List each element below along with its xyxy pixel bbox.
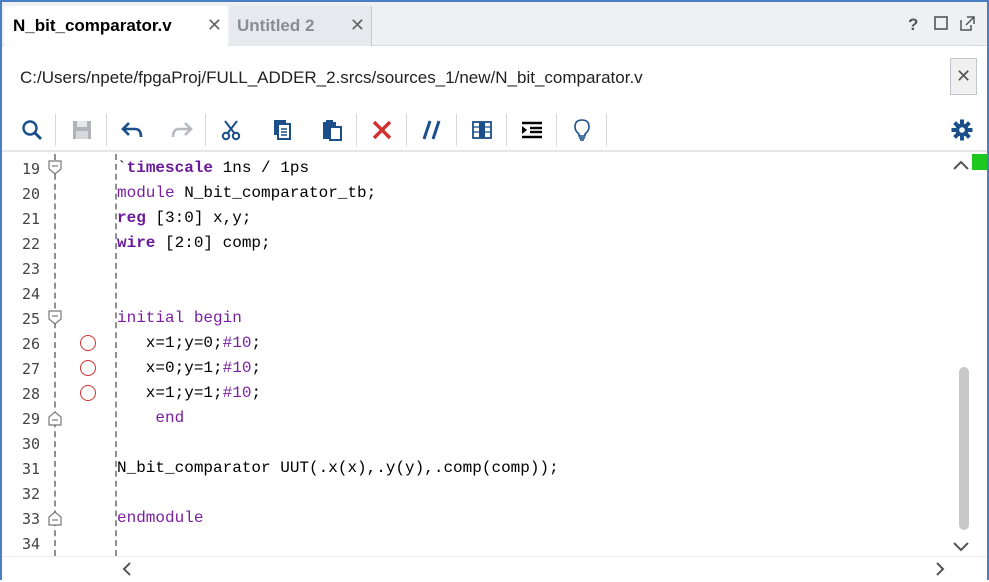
editor-window: N_bit_comparator.v ✕ Untitled 2 ✕ ? C:/U…	[0, 0, 989, 580]
code-line[interactable]: 31 N_bit_comparator UUT(.x(x),.y(y),.com…	[2, 456, 950, 481]
change-marker	[972, 154, 987, 170]
redo-icon[interactable]	[167, 115, 197, 145]
line-number: 19	[21, 160, 40, 178]
breakpoint-icon[interactable]	[80, 385, 96, 401]
close-tab-icon[interactable]: ✕	[207, 15, 222, 36]
code-line[interactable]: 24	[2, 281, 950, 306]
save-icon[interactable]	[67, 115, 97, 145]
code-line[interactable]: 23	[2, 256, 950, 281]
code-editor[interactable]: 19 `timescale 1ns / 1ps 20 module N_bit_…	[2, 154, 950, 556]
fold-end-icon[interactable]	[47, 410, 63, 431]
fold-collapse-icon[interactable]	[47, 310, 63, 331]
line-number: 22	[21, 235, 40, 253]
tab-untitled-2[interactable]: Untitled 2 ✕	[230, 6, 372, 46]
tab-label: N_bit_comparator.v	[13, 16, 172, 35]
line-number: 23	[21, 260, 40, 278]
comment-icon[interactable]	[417, 115, 447, 145]
settings-gear-icon[interactable]	[947, 115, 977, 145]
indent-icon[interactable]	[517, 115, 547, 145]
undo-icon[interactable]	[117, 115, 147, 145]
line-number: 24	[21, 285, 40, 303]
vertical-scroll-thumb[interactable]	[959, 367, 969, 530]
search-icon[interactable]	[17, 115, 47, 145]
fold-collapse-icon[interactable]	[47, 160, 63, 181]
line-number: 20	[21, 185, 40, 203]
tab-bar: N_bit_comparator.v ✕ Untitled 2 ✕ ?	[2, 2, 987, 46]
code-line[interactable]: 27 x=0;y=1;#10;	[2, 356, 950, 381]
breakpoint-icon[interactable]	[80, 360, 96, 376]
fold-end-icon[interactable]	[47, 510, 63, 531]
code-line[interactable]: 25 initial begin	[2, 306, 950, 331]
file-path-bar: C:/Users/npete/fpgaProj/FULL_ADDER_2.src…	[2, 46, 987, 108]
paste-icon[interactable]	[317, 115, 347, 145]
scroll-right-icon[interactable]	[934, 561, 946, 582]
code-line[interactable]: 20 module N_bit_comparator_tb;	[2, 181, 950, 206]
close-tab-icon[interactable]: ✕	[350, 15, 365, 36]
editor-toolbar	[2, 108, 987, 152]
code-line[interactable]: 32	[2, 481, 950, 506]
line-number: 21	[21, 210, 40, 228]
line-number: 29	[21, 410, 40, 428]
restore-icon[interactable]	[934, 16, 948, 35]
delete-icon[interactable]	[367, 115, 397, 145]
line-number: 33	[21, 510, 40, 528]
file-path: C:/Users/npete/fpgaProj/FULL_ADDER_2.src…	[20, 68, 643, 87]
float-window-icon[interactable]	[960, 16, 975, 36]
code-line[interactable]: 29 end	[2, 406, 950, 431]
line-number: 26	[21, 335, 40, 353]
line-number: 25	[21, 310, 40, 328]
line-number: 27	[21, 360, 40, 378]
code-line[interactable]: 19 `timescale 1ns / 1ps	[2, 156, 950, 181]
help-icon[interactable]: ?	[908, 15, 918, 35]
horizontal-scrollbar[interactable]	[2, 556, 987, 580]
scroll-left-icon[interactable]	[121, 561, 133, 582]
code-line[interactable]: 33 endmodule	[2, 506, 950, 531]
scroll-up-icon[interactable]	[952, 158, 970, 176]
code-line[interactable]: 34	[2, 531, 950, 556]
hint-bulb-icon[interactable]	[567, 115, 597, 145]
code-line[interactable]: 22 wire [2:0] comp;	[2, 231, 950, 256]
line-number: 31	[21, 460, 40, 478]
line-number: 34	[21, 535, 40, 553]
line-number: 30	[21, 435, 40, 453]
line-number: 32	[21, 485, 40, 503]
breakpoint-icon[interactable]	[80, 335, 96, 351]
tab-label: Untitled 2	[237, 16, 315, 35]
code-line[interactable]: 30	[2, 431, 950, 456]
close-path-button[interactable]: ✕	[950, 58, 977, 95]
copy-icon[interactable]	[267, 115, 297, 145]
code-line[interactable]: 21 reg [3:0] x,y;	[2, 206, 950, 231]
code-line[interactable]: 26 x=1;y=0;#10;	[2, 331, 950, 356]
line-number: 28	[21, 385, 40, 403]
column-select-icon[interactable]	[467, 115, 497, 145]
cut-icon[interactable]	[216, 115, 246, 145]
tab-n-bit-comparator[interactable]: N_bit_comparator.v ✕	[4, 6, 228, 46]
code-line[interactable]: 28 x=1;y=1;#10;	[2, 381, 950, 406]
